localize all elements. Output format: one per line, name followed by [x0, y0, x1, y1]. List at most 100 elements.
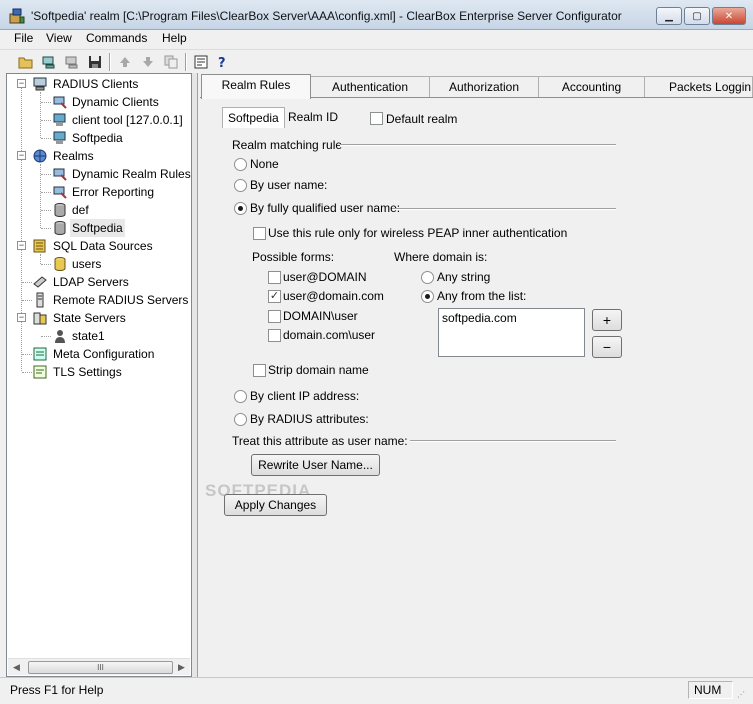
move-down-button[interactable]: [137, 52, 158, 72]
tree-item-state1[interactable]: state1: [7, 327, 191, 345]
strip-domain-checkbox[interactable]: [253, 364, 266, 377]
scroll-right-icon[interactable]: ▶: [173, 659, 190, 676]
collapse-icon[interactable]: −: [17, 313, 26, 322]
tree-item-realms[interactable]: − Realms: [7, 147, 191, 165]
realm-matching-rule-label: Realm matching rule: [232, 138, 343, 152]
tree-item-state-servers[interactable]: − State Servers: [7, 309, 191, 327]
tab-strip: Realm Rules Authentication Authorization…: [197, 74, 753, 99]
by-client-ip-radio[interactable]: [234, 390, 247, 403]
menu-help[interactable]: Help: [156, 30, 193, 49]
group-divider: [410, 440, 616, 442]
tree-item-label: Dynamic Realm Rules: [72, 167, 191, 181]
any-from-list-radio[interactable]: [421, 290, 434, 303]
tree-line: [41, 228, 51, 229]
tree-item-label: state1: [72, 329, 105, 343]
tree-item-softpedia-realm[interactable]: Softpedia: [7, 219, 191, 237]
tab-authentication[interactable]: Authentication: [310, 76, 430, 98]
open-folder-button[interactable]: [15, 52, 36, 72]
status-bar: Press F1 for Help NUM: [0, 677, 753, 704]
tree-item-def[interactable]: def: [7, 201, 191, 219]
disconnect-icon: [65, 56, 77, 69]
any-string-label: Any string: [437, 270, 491, 284]
scroll-left-icon[interactable]: ◀: [8, 659, 25, 676]
resize-grip-icon[interactable]: ⋰: [737, 690, 749, 702]
tab-accounting[interactable]: Accounting: [538, 76, 645, 98]
tab-realm-rules[interactable]: Realm Rules: [201, 74, 311, 99]
add-domain-button[interactable]: +: [592, 309, 622, 331]
form-domain-com-user-checkbox[interactable]: [268, 329, 281, 342]
config-tree[interactable]: − RADIUS Clients Dynamic Clients client …: [6, 73, 192, 677]
move-up-button[interactable]: [114, 52, 135, 72]
state-server-icon: [55, 330, 65, 343]
save-button[interactable]: [84, 52, 105, 72]
collapse-icon[interactable]: −: [17, 241, 26, 250]
tree-item-remote-radius-servers[interactable]: Remote RADIUS Servers: [7, 291, 191, 309]
properties-button[interactable]: [190, 52, 211, 72]
tree-item-softpedia-client[interactable]: Softpedia: [7, 129, 191, 147]
tls-settings-icon: [33, 365, 47, 379]
tree-item-label: Realms: [53, 149, 94, 163]
form-user-at-domain-checkbox[interactable]: [268, 271, 281, 284]
default-realm-checkbox[interactable]: [370, 112, 383, 125]
tree-item-radius-clients[interactable]: − RADIUS Clients: [7, 75, 191, 93]
toolbar-separator: [109, 53, 111, 71]
tree-line: [41, 192, 51, 193]
by-radius-attributes-label: By RADIUS attributes:: [250, 412, 369, 426]
by-user-name-radio[interactable]: [234, 179, 247, 192]
tree-item-error-reporting[interactable]: Error Reporting: [7, 183, 191, 201]
help-button[interactable]: ?: [212, 52, 233, 72]
tree-item-tls-settings[interactable]: TLS Settings: [7, 363, 191, 381]
tree-horizontal-scrollbar[interactable]: ◀ III ▶: [8, 658, 190, 675]
tree-item-meta-configuration[interactable]: Meta Configuration: [7, 345, 191, 363]
form-user-at-domain-com-checkbox[interactable]: ✓: [268, 290, 281, 303]
by-radius-attributes-radio[interactable]: [234, 413, 247, 426]
tab-authorization[interactable]: Authorization: [429, 76, 539, 98]
maximize-icon: ▢: [692, 10, 702, 22]
by-fqun-radio[interactable]: [234, 202, 247, 215]
any-string-radio[interactable]: [421, 271, 434, 284]
subtab-realm-id[interactable]: Realm ID: [283, 107, 343, 128]
collapse-icon[interactable]: −: [17, 79, 26, 88]
group-divider: [340, 144, 616, 146]
tree-item-users[interactable]: users: [7, 255, 191, 273]
tree-item-dynamic-clients[interactable]: Dynamic Clients: [7, 93, 191, 111]
arrow-down-icon: [142, 57, 153, 67]
strip-domain-label: Strip domain name: [268, 363, 369, 377]
disconnect-button[interactable]: [61, 52, 82, 72]
tab-packets-logging[interactable]: Packets Loggin: [644, 76, 753, 98]
tree-item-dynamic-realm-rules[interactable]: Dynamic Realm Rules: [7, 165, 191, 183]
tree-item-sql-data-sources[interactable]: − SQL Data Sources: [7, 237, 191, 255]
domain-list[interactable]: softpedia.com: [438, 308, 585, 357]
tree-item-client-tool[interactable]: client tool [127.0.0.1]: [7, 111, 191, 129]
rewrite-user-name-button[interactable]: Rewrite User Name...: [251, 454, 380, 476]
form-domain-user-checkbox[interactable]: [268, 310, 281, 323]
menu-commands[interactable]: Commands: [80, 30, 153, 49]
status-help-text: Press F1 for Help: [10, 683, 104, 697]
menu-view[interactable]: View: [40, 30, 78, 49]
close-button[interactable]: ✕: [712, 7, 746, 25]
close-icon: ✕: [724, 10, 734, 22]
collapse-icon[interactable]: −: [17, 151, 26, 160]
any-from-list-label: Any from the list:: [437, 289, 527, 303]
domain-list-item[interactable]: softpedia.com: [442, 311, 581, 325]
tree-item-label: users: [72, 257, 102, 271]
tree-item-ldap-servers[interactable]: LDAP Servers: [7, 273, 191, 291]
maximize-button[interactable]: ▢: [684, 7, 710, 25]
none-radio[interactable]: [234, 158, 247, 171]
connect-button[interactable]: [38, 52, 59, 72]
menu-file[interactable]: File: [8, 30, 39, 49]
none-label: None: [250, 157, 279, 171]
realms-icon: [33, 149, 47, 163]
save-icon: [88, 56, 101, 68]
remove-domain-button[interactable]: −: [592, 336, 622, 358]
realm-database-icon: [54, 203, 66, 218]
tree-line: [22, 372, 32, 373]
scroll-thumb[interactable]: III: [28, 661, 173, 674]
peap-only-checkbox[interactable]: [253, 227, 266, 240]
client-computer-icon: [53, 113, 66, 126]
subtab-softpedia[interactable]: Softpedia: [222, 107, 285, 128]
apply-changes-button[interactable]: Apply Changes: [224, 494, 327, 516]
realm-database-icon: [54, 221, 66, 236]
minimize-button[interactable]: ▁: [656, 7, 682, 25]
copy-button[interactable]: [160, 52, 181, 72]
